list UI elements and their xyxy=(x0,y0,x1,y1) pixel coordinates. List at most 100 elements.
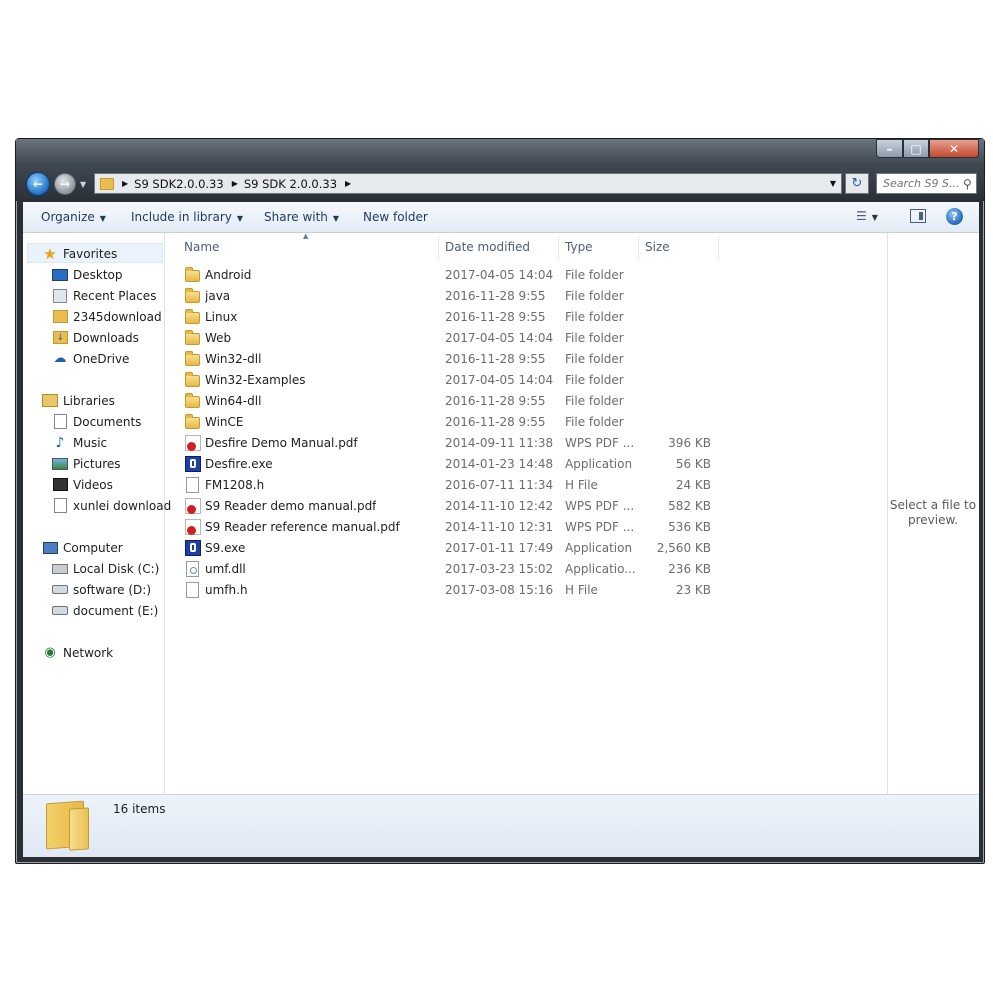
file-size: 536 KB xyxy=(668,520,711,534)
document-icon xyxy=(52,498,68,514)
large-folder-icon xyxy=(46,800,84,850)
file-date-modified: 2017-03-08 15:16 xyxy=(445,583,554,597)
organize-button[interactable]: Organize ▼ xyxy=(41,210,106,224)
new-folder-button[interactable]: New folder xyxy=(363,210,428,224)
breadcrumb-separator-icon[interactable]: ▶ xyxy=(232,179,238,188)
column-divider[interactable] xyxy=(718,236,719,260)
nav-item-local-disk-c[interactable]: Local Disk (C:) xyxy=(52,559,159,578)
file-date-modified: 2017-04-05 14:04 xyxy=(445,331,554,345)
folder-icon xyxy=(185,414,200,429)
share-with-button[interactable]: Share with ▼ xyxy=(264,210,339,224)
search-icon[interactable]: ⚲ xyxy=(963,177,972,191)
file-row[interactable]: java 2016-11-28 9:55 File folder xyxy=(166,286,886,307)
file-row[interactable]: FM1208.h 2016-07-11 11:34 H File 24 KB xyxy=(166,475,886,496)
nav-item-onedrive[interactable]: ☁ OneDrive xyxy=(52,349,130,368)
column-divider[interactable] xyxy=(558,236,559,260)
preview-pane-button[interactable] xyxy=(910,209,926,223)
nav-network[interactable]: ◉ Network xyxy=(42,643,113,662)
file-date-modified: 2014-01-23 14:48 xyxy=(445,457,554,471)
column-header-size[interactable]: Size xyxy=(645,240,670,254)
column-divider[interactable] xyxy=(638,236,639,260)
preview-line-2: preview. xyxy=(907,513,958,527)
nav-item-xunlei-download[interactable]: xunlei download xyxy=(52,496,171,515)
nav-item-pictures[interactable]: Pictures xyxy=(52,454,121,473)
file-row[interactable]: Android 2017-04-05 14:04 File folder xyxy=(166,265,886,286)
nav-item-desktop[interactable]: Desktop xyxy=(52,265,123,284)
help-button[interactable]: ? xyxy=(946,208,963,225)
minimize-button[interactable]: – xyxy=(876,139,903,158)
nav-item-documents[interactable]: Documents xyxy=(52,412,141,431)
recent-places-icon xyxy=(52,288,68,304)
change-view-button[interactable]: ☰ ▼ xyxy=(856,209,878,223)
desktop-icon xyxy=(52,267,68,283)
column-header-type[interactable]: Type xyxy=(565,240,593,254)
column-header-date-modified[interactable]: Date modified xyxy=(445,240,530,254)
file-date-modified: 2016-11-28 9:55 xyxy=(445,394,546,408)
file-row[interactable]: Linux 2016-11-28 9:55 File folder xyxy=(166,307,886,328)
file-row[interactable]: Win64-dll 2016-11-28 9:55 File folder xyxy=(166,391,886,412)
nav-favorites[interactable]: ★ Favorites xyxy=(42,244,117,263)
nav-item-videos[interactable]: Videos xyxy=(52,475,113,494)
breadcrumb-separator-icon[interactable]: ▶ xyxy=(122,179,128,188)
file-row[interactable]: S9 Reader reference manual.pdf 2014-11-10… xyxy=(166,517,886,538)
nav-item-music[interactable]: ♪ Music xyxy=(52,433,108,452)
file-date-modified: 2014-11-10 12:31 xyxy=(445,520,554,534)
nav-item-downloads[interactable]: ↓ Downloads xyxy=(52,328,139,347)
file-row[interactable]: Win32-Examples 2017-04-05 14:04 File folde… xyxy=(166,370,886,391)
column-divider[interactable] xyxy=(438,236,439,260)
recent-pages-dropdown-icon[interactable]: ▼ xyxy=(80,180,86,189)
file-date-modified: 2016-11-28 9:55 xyxy=(445,310,546,324)
share-with-label: Share with xyxy=(264,210,328,224)
breadcrumb-sdk-folder[interactable]: S9 SDK 2.0.0.33 xyxy=(244,177,337,191)
file-name: Win32-Examples xyxy=(205,373,306,387)
file-row[interactable]: umfh.h 2017-03-08 15:16 H File 23 KB xyxy=(166,580,886,601)
folder-icon xyxy=(185,351,200,366)
include-in-library-button[interactable]: Include in library ▼ xyxy=(131,210,243,224)
computer-icon xyxy=(42,540,58,556)
forward-button[interactable]: → xyxy=(54,173,76,195)
file-name: S9 Reader reference manual.pdf xyxy=(205,520,400,534)
column-header-name[interactable]: Name xyxy=(184,240,219,254)
nav-item-label: OneDrive xyxy=(73,351,130,366)
file-row[interactable]: S9.exe 2017-01-11 17:49 Application 2,560 K… xyxy=(166,538,886,559)
nav-item-software-d[interactable]: software (D:) xyxy=(52,580,151,599)
cloud-icon: ☁ xyxy=(53,351,67,366)
breadcrumb-separator-icon[interactable]: ▶ xyxy=(345,179,351,188)
file-type: File folder xyxy=(565,268,624,282)
nav-item-recent-places[interactable]: Recent Places xyxy=(52,286,156,305)
address-bar[interactable]: ▶ S9 SDK2.0.0.33 ▶ S9 SDK 2.0.0.33 ▶ ▼ xyxy=(94,173,842,194)
file-size: 23 KB xyxy=(675,583,711,597)
file-name: java xyxy=(205,289,231,303)
file-row[interactable]: Web 2017-04-05 14:04 File folder xyxy=(166,328,886,349)
breadcrumb-sdk-root[interactable]: S9 SDK2.0.0.33 xyxy=(134,177,224,191)
nav-item-2345download[interactable]: 2345download xyxy=(52,307,162,326)
file-date-modified: 2016-11-28 9:55 xyxy=(445,352,546,366)
file-row[interactable]: S9 Reader demo manual.pdf 2014-11-10 12:4… xyxy=(166,496,886,517)
search-input[interactable] xyxy=(883,177,961,190)
nav-libraries[interactable]: Libraries xyxy=(42,391,115,410)
close-button[interactable]: ✕ xyxy=(929,139,979,158)
file-row[interactable]: umf.dll 2017-03-23 15:02 Applicatio... 236 … xyxy=(166,559,886,580)
nav-item-document-e[interactable]: document (E:) xyxy=(52,601,158,620)
file-row[interactable]: Win32-dll 2016-11-28 9:55 File folder xyxy=(166,349,886,370)
file-row[interactable]: Desfire.exe 2014-01-23 14:48 Application 56… xyxy=(166,454,886,475)
maximize-button[interactable]: □ xyxy=(903,139,929,158)
address-dropdown-icon[interactable]: ▼ xyxy=(830,179,836,188)
nav-computer[interactable]: Computer xyxy=(42,538,123,557)
file-name: FM1208.h xyxy=(205,478,265,492)
file-row[interactable]: WinCE 2016-11-28 9:55 File folder xyxy=(166,412,886,433)
back-button[interactable]: ← xyxy=(26,172,50,196)
refresh-button[interactable]: ↻ xyxy=(845,173,869,194)
folder-icon xyxy=(185,309,200,324)
exe-icon xyxy=(185,540,201,556)
nav-network-label: Network xyxy=(63,645,114,660)
file-type: File folder xyxy=(565,289,624,303)
search-box[interactable]: ⚲ xyxy=(876,173,977,194)
file-date-modified: 2016-07-11 11:34 xyxy=(445,478,554,492)
file-name: umfh.h xyxy=(205,583,248,597)
file-type: File folder xyxy=(565,331,624,345)
libraries-icon xyxy=(42,393,58,409)
file-row[interactable]: Desfire Demo Manual.pdf 2014-09-11 11:38 W… xyxy=(166,433,886,454)
details-pane xyxy=(23,794,979,857)
file-type: WPS PDF ... xyxy=(565,499,635,513)
